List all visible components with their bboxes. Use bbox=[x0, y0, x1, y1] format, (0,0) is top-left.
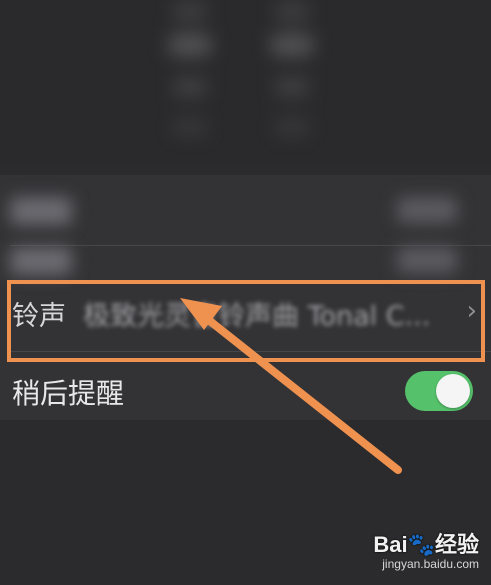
baidu-jingyan-watermark: Bai🐾经验 jingyan.baidu.com bbox=[363, 527, 483, 577]
blurred-value bbox=[397, 247, 457, 273]
highlight-box bbox=[7, 280, 485, 362]
snooze-toggle[interactable] bbox=[405, 371, 473, 411]
toggle-knob bbox=[436, 374, 470, 408]
snooze-label: 稍后提醒 bbox=[12, 377, 125, 410]
blurred-label bbox=[10, 247, 72, 275]
watermark-url: jingyan.baidu.com bbox=[382, 557, 479, 571]
blurred-value bbox=[397, 197, 457, 223]
hour-wheel[interactable] bbox=[160, 0, 220, 165]
snooze-row: 稍后提醒 bbox=[0, 355, 491, 415]
watermark-logo: Bai🐾经验 bbox=[373, 532, 479, 557]
time-picker-blurred[interactable] bbox=[0, 0, 491, 165]
blurred-label bbox=[10, 197, 72, 225]
minute-wheel[interactable] bbox=[262, 0, 322, 165]
